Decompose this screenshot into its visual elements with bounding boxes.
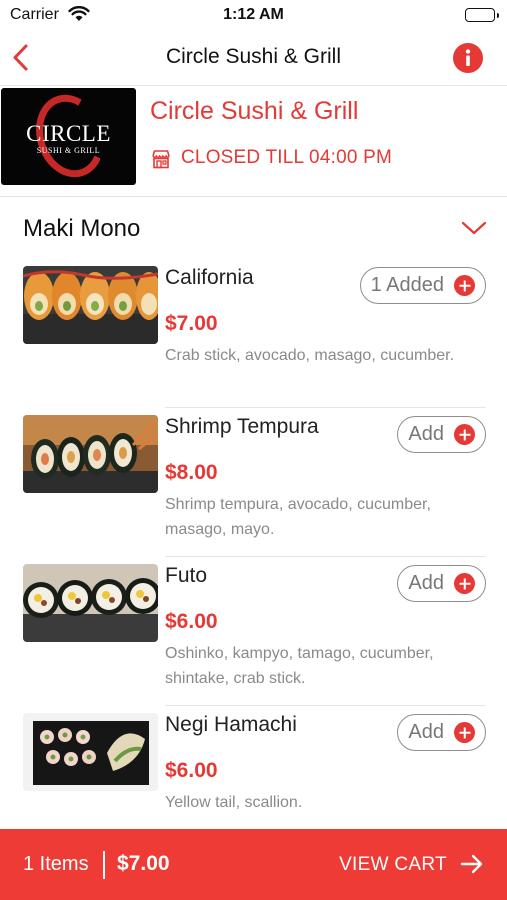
item-name: Shrimp Tempura [165,415,319,438]
restaurant-header: CIRCLE SUSHI & GRILL Circle Sushi & Gril… [0,87,507,197]
restaurant-logo: CIRCLE SUSHI & GRILL [1,88,136,185]
item-name: California [165,266,254,289]
plus-icon [454,424,475,445]
cart-item-count: 1 Items [23,853,89,875]
item-description: Yellow tail, scallion. [165,794,303,811]
clock: 1:12 AM [223,6,284,23]
item-photo [23,266,158,344]
category-header[interactable]: Maki Mono [0,198,507,260]
info-icon [465,49,471,66]
item-price: $7.00 [165,312,218,335]
add-button-label: Add [408,721,444,743]
plus-icon [454,573,475,594]
add-to-cart-button[interactable]: Add [397,416,486,453]
add-to-cart-button[interactable]: 1 Added [359,267,486,304]
logo-text: CIRCLE [26,121,111,146]
add-button-label: 1 Added [370,274,444,296]
status-text: CLOSED TILL 04:00 PM [181,147,392,168]
info-button[interactable] [453,43,483,73]
store-icon [150,148,172,175]
nav-bar: Circle Sushi & Grill [0,30,507,86]
logo-subtext: SUSHI & GRILL [36,146,101,155]
plus-icon [454,722,475,743]
battery-icon [465,8,499,22]
item-photo [23,415,158,493]
add-to-cart-button[interactable]: Add [397,565,486,602]
item-photo [23,713,158,791]
menu-item[interactable]: Shrimp Tempura Add $8.00 Shrimp tempura,… [0,407,507,557]
nav-title: Circle Sushi & Grill [165,45,342,68]
item-price: $8.00 [165,461,218,484]
item-price: $6.00 [165,610,218,633]
item-description: Oshinko, kampyo, tamago, cucumber, shint… [165,645,434,687]
menu-item[interactable]: California 1 Added $7.00 Crab stick, avo… [0,258,507,408]
status-bar: Carrier 1:12 AM [0,0,507,30]
view-cart-button[interactable]: VIEW CART [339,854,447,876]
add-button-label: Add [408,572,444,594]
item-name: Futo [165,564,208,587]
item-name: Negi Hamachi [165,713,297,736]
arrow-right-icon [460,853,484,880]
item-description: Shrimp tempura, avocado, cucumber, masag… [165,496,431,538]
add-to-cart-button[interactable]: Add [397,714,486,751]
item-price: $6.00 [165,759,218,782]
cart-divider [103,851,105,879]
view-cart-bar[interactable]: 1 Items $7.00 VIEW CART [0,829,507,900]
restaurant-name: Circle Sushi & Grill [150,97,359,125]
category-title: Maki Mono [23,215,141,242]
add-button-label: Add [408,423,444,445]
plus-icon [454,275,475,296]
item-description: Crab stick, avocado, masago, cucumber. [165,347,455,364]
item-photo [23,564,158,642]
chevron-down-icon[interactable] [461,218,487,243]
cart-total: $7.00 [117,852,170,875]
menu-item[interactable]: Futo Add $6.00 Oshinko, kampyo, tamago, … [0,556,507,706]
